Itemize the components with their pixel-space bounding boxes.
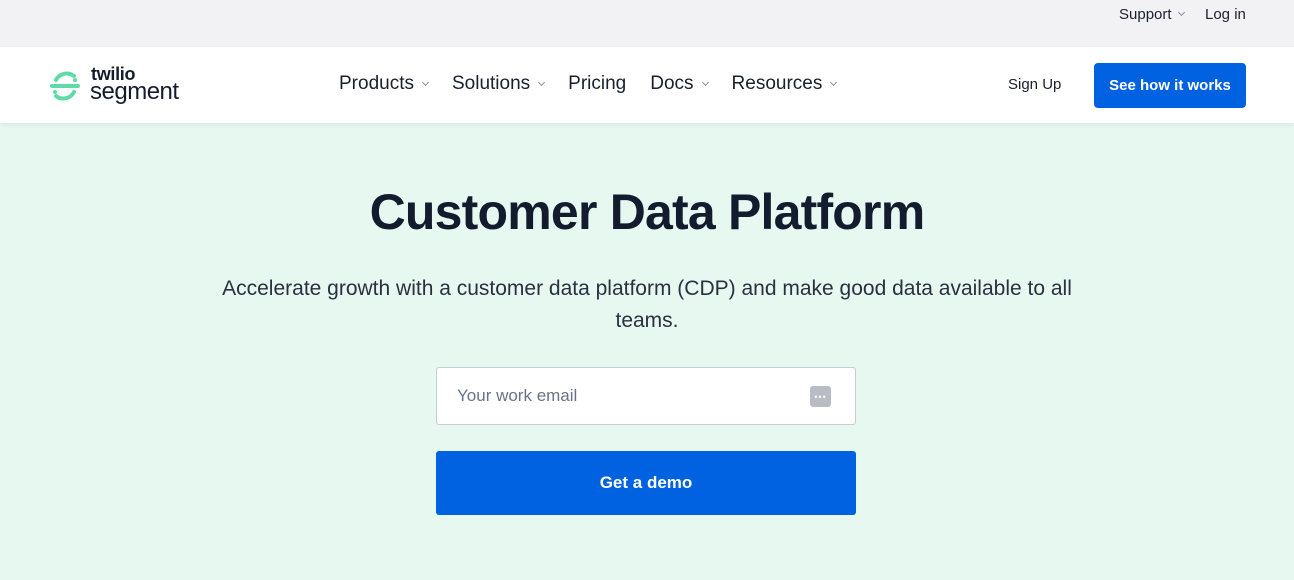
page-title: Customer Data Platform: [369, 184, 926, 240]
sign-up-link[interactable]: Sign Up: [1008, 76, 1061, 93]
email-field-container: •••: [436, 367, 856, 425]
logo-text-segment: segment: [90, 78, 179, 105]
nav-item-docs[interactable]: Docs: [650, 73, 709, 95]
hero-subtitle: Accelerate growth with a customer data p…: [222, 277, 1072, 332]
chevron-down-icon: [830, 78, 838, 86]
support-menu[interactable]: Support: [1119, 6, 1185, 23]
login-link[interactable]: Log in: [1205, 6, 1246, 23]
nav-links: Products Solutions Pricing Docs Resource…: [339, 73, 860, 95]
chevron-down-icon: [538, 78, 546, 86]
chevron-down-icon: [701, 78, 709, 86]
nav-item-solutions[interactable]: Solutions: [451, 73, 546, 95]
nav-item-pricing[interactable]: Pricing: [568, 73, 626, 95]
chevron-down-icon: [1177, 8, 1185, 17]
nav-item-label: Solutions: [451, 73, 531, 94]
nav-item-label: Pricing: [568, 73, 627, 94]
logo[interactable]: twilio segment: [48, 64, 198, 107]
support-label: Support: [1119, 6, 1172, 23]
nav-item-label: Resources: [731, 73, 823, 94]
get-demo-button[interactable]: Get a demo: [436, 451, 856, 515]
utility-bar: Support Log in: [0, 0, 1294, 47]
see-how-it-works-button[interactable]: See how it works: [1094, 63, 1246, 108]
password-manager-icon[interactable]: •••: [810, 386, 831, 407]
nav-item-resources[interactable]: Resources: [731, 73, 838, 95]
nav-item-label: Products: [339, 73, 414, 94]
main-nav: twilio segment Products Solutions Pricin…: [0, 47, 1294, 123]
email-input[interactable]: [457, 368, 797, 424]
nav-item-products[interactable]: Products: [339, 73, 430, 95]
chevron-down-icon: [421, 78, 430, 86]
segment-logo-icon: [50, 71, 80, 101]
nav-item-label: Docs: [650, 73, 694, 94]
